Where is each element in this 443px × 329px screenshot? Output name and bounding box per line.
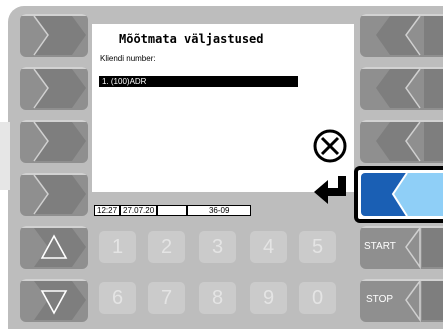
display-screen: Mõõtmata väljastused Kliendi number: 1. … (92, 24, 354, 216)
key-5[interactable]: 5 (299, 231, 336, 263)
right-soft-key-1[interactable] (360, 14, 443, 57)
right-soft-key-2[interactable] (360, 67, 443, 110)
status-code: 36-09 (187, 205, 252, 216)
page-title: Mõõtmata väljastused (119, 32, 264, 46)
chevron-right-icon (33, 174, 86, 215)
left-soft-key-1[interactable] (20, 14, 88, 57)
status-empty (157, 205, 188, 216)
chevron-left-icon (391, 173, 443, 216)
status-bar: 12:27 27.07.20 36-09 (94, 205, 252, 216)
left-soft-key-4[interactable] (20, 173, 88, 216)
chevron-right-icon (33, 15, 86, 56)
right-soft-key-3[interactable] (360, 120, 443, 163)
key-3[interactable]: 3 (199, 231, 236, 263)
key-1[interactable]: 1 (99, 231, 136, 263)
key-9[interactable]: 9 (250, 282, 287, 314)
edge-tab (0, 122, 10, 190)
down-arrow-key[interactable] (20, 279, 88, 322)
stop-key[interactable]: STOP (360, 279, 443, 322)
key-2[interactable]: 2 (148, 231, 185, 263)
key-4[interactable]: 4 (250, 231, 287, 263)
key-6[interactable]: 6 (99, 282, 136, 314)
status-time: 12:27 (94, 205, 121, 216)
start-key-label: START (364, 241, 396, 252)
left-soft-key-2[interactable] (20, 67, 88, 110)
customer-number-label: Kliendi number: (100, 54, 156, 63)
key-8[interactable]: 8 (199, 282, 236, 314)
key-0[interactable]: 0 (299, 282, 336, 314)
start-key[interactable]: START (360, 226, 443, 269)
right-soft-key-4-active[interactable] (361, 173, 443, 216)
x-circle-icon[interactable] (312, 128, 348, 164)
enter-arrow-icon[interactable] (312, 174, 352, 208)
chevron-right-icon (33, 68, 86, 109)
chevron-left-icon (376, 15, 443, 56)
key-7[interactable]: 7 (148, 282, 185, 314)
chevron-left-icon (376, 121, 443, 162)
stop-key-label: STOP (366, 294, 394, 305)
customer-list-item-selected[interactable]: 1. (100)ADR (99, 76, 298, 87)
up-arrow-key[interactable] (20, 226, 88, 269)
chevron-right-icon (33, 121, 86, 162)
chevron-left-icon (376, 68, 443, 109)
status-date: 27.07.20 (120, 205, 158, 216)
left-soft-key-3[interactable] (20, 120, 88, 163)
